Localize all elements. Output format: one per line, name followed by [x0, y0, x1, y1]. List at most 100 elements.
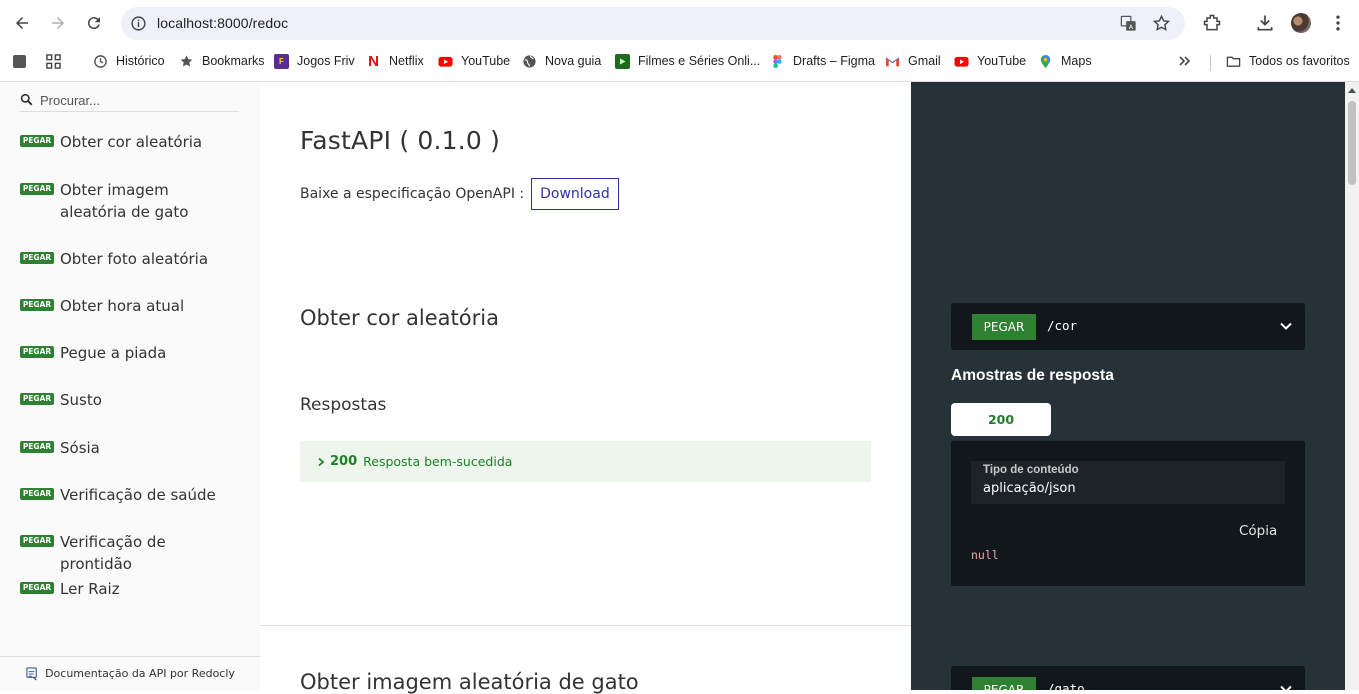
bookmark-youtube[interactable]: YouTube [438, 51, 510, 71]
response-description: Resposta bem-sucedida [363, 454, 513, 469]
redocly-logo-icon [26, 667, 37, 681]
sidebar-item-pegue-a-piada[interactable]: PEGAR Pegue a piada [20, 344, 240, 364]
sidebar-item-label: Susto [60, 391, 102, 409]
api-title: FastAPI ( 0.1.0 ) [300, 126, 501, 155]
sidebar-item-obter-foto-aleatoria[interactable]: PEGAR Obter foto aleatória [20, 250, 240, 270]
endpoint-toggle[interactable]: PEGAR /cor [951, 303, 1305, 350]
get-method-badge: PEGAR [20, 135, 54, 147]
url-text: localhost:8000/redoc [157, 15, 289, 31]
endpoint-toggle-next[interactable]: PEGAR /gato [951, 666, 1305, 690]
scrollbar-thumb[interactable] [1348, 101, 1356, 185]
chevron-right-icon [318, 457, 325, 466]
operation-title: Obter cor aleatória [300, 306, 499, 330]
scroll-up-arrow-icon[interactable] [1348, 88, 1356, 93]
bookmark-bookmarks[interactable]: Bookmarks [179, 51, 265, 71]
bookmark-star-icon[interactable] [1152, 14, 1171, 33]
sidebar-item-obter-hora-atual[interactable]: PEGAR Obter hora atual [20, 297, 240, 317]
bookmark-historico[interactable]: Histórico [93, 51, 165, 71]
apps-grid-icon [46, 53, 61, 69]
reload-icon [87, 17, 100, 30]
bookmark-gmail[interactable]: Gmail [885, 51, 941, 71]
sidebar-item-verificacao-prontidao[interactable]: PEGAR Verificação de prontidão [20, 533, 240, 575]
bookmark-nova-guia[interactable]: Nova guia [522, 51, 601, 71]
search-icon [20, 93, 33, 106]
back-button[interactable] [8, 9, 36, 37]
extensions-icon[interactable] [1202, 13, 1222, 33]
get-method-badge: PEGAR [20, 393, 54, 405]
endpoint-method-badge: PEGAR [972, 677, 1036, 690]
get-method-badge: PEGAR [20, 488, 54, 500]
sidebar-item-sosia[interactable]: PEGAR Sósia [20, 439, 240, 459]
download-icon[interactable] [1255, 13, 1275, 33]
bookmark-maps[interactable]: Maps [1038, 51, 1092, 71]
get-method-badge: PEGAR [20, 183, 54, 195]
response-200-row[interactable]: 200 Resposta bem-sucedida [300, 441, 871, 482]
response-code: 200 [330, 454, 358, 469]
bookmark-filmes-series[interactable]: Filmes e Séries Onli... [615, 51, 760, 71]
page-scrollbar[interactable] [1345, 82, 1359, 690]
sidebar-item-obter-imagem-gato[interactable]: PEGAR Obter imagem aleatória de gato [20, 181, 240, 223]
content-type-box: Tipo de conteúdo aplicação/json [971, 461, 1285, 504]
get-method-badge: PEGAR [20, 299, 54, 311]
spec-download-text: Baixe a especificação OpenAPI : [300, 186, 525, 202]
bookmarks-bar: Histórico Bookmarks F Jogos Friv N Netfl… [0, 47, 1359, 75]
bookmarks-overflow-button[interactable] [1178, 51, 1192, 71]
bookmark-netflix[interactable]: N Netflix [366, 51, 424, 71]
more-menu-icon[interactable] [1328, 13, 1348, 33]
endpoint-path: /cor [1047, 318, 1078, 333]
response-samples-title: Amostras de resposta [951, 367, 1114, 384]
sidebar-item-label: Obter hora atual [60, 297, 185, 315]
tab-search-button[interactable] [13, 51, 34, 71]
address-bar[interactable]: localhost:8000/redoc A [121, 7, 1185, 40]
forward-button[interactable] [44, 9, 72, 37]
bookmark-youtube-2[interactable]: YouTube [954, 51, 1026, 71]
copy-button[interactable]: Cópia [1239, 523, 1277, 539]
tab-response-200[interactable]: 200 [951, 403, 1051, 436]
footer-text: Documentação da API por Redocly [45, 667, 235, 680]
right-panel: PEGAR /cor Amostras de resposta 200 Tipo… [911, 82, 1345, 690]
translate-icon[interactable]: A [1119, 14, 1138, 33]
get-method-badge: PEGAR [20, 346, 54, 358]
browser-toolbar: localhost:8000/redoc A [0, 0, 1359, 47]
figma-icon [773, 54, 782, 68]
profile-avatar[interactable] [1291, 13, 1311, 33]
all-bookmarks-folder[interactable]: Todos os favoritos [1226, 51, 1350, 71]
search-box [20, 91, 239, 112]
sidebar-item-label: Obter imagem aleatória de gato [60, 181, 189, 221]
site-info-icon[interactable] [130, 15, 147, 32]
sidebar-item-obter-cor-aleatoria[interactable]: PEGAR Obter cor aleatória [20, 133, 240, 153]
sidebar-item-ler-raiz[interactable]: PEGAR Ler Raiz [20, 580, 240, 600]
double-chevron-right-icon [1179, 56, 1191, 66]
search-input[interactable] [40, 91, 235, 109]
youtube-icon [438, 56, 453, 67]
redocly-footer-link[interactable]: Documentação da API por Redocly [0, 656, 260, 690]
section-divider [260, 625, 911, 626]
get-method-badge: PEGAR [20, 441, 54, 453]
chevron-down-icon [1280, 322, 1292, 330]
content-type-value: aplicação/json [983, 481, 1076, 496]
sidebar-item-label: Verificação de prontidão [60, 533, 166, 573]
sidebar-item-label: Verificação de saúde [60, 486, 216, 504]
netflix-icon: N [368, 52, 379, 70]
bookmark-jogos-friv[interactable]: F Jogos Friv [274, 51, 355, 71]
responses-heading: Respostas [300, 395, 387, 415]
download-button[interactable]: Download [531, 178, 619, 210]
youtube-icon [954, 56, 969, 67]
sidebar-item-susto[interactable]: PEGAR Susto [20, 391, 240, 411]
friv-icon: F [274, 53, 289, 69]
next-operation-title: Obter imagem aleatória de gato [300, 670, 639, 694]
bookmarks-divider [1210, 55, 1211, 71]
get-method-badge: PEGAR [20, 535, 54, 547]
gmail-icon [885, 56, 900, 66]
get-method-badge: PEGAR [20, 252, 54, 264]
sidebar-item-label: Obter cor aleatória [60, 133, 203, 151]
response-sample-box: Tipo de conteúdo aplicação/json Cópia nu… [951, 441, 1305, 586]
maps-icon [1040, 54, 1051, 68]
svg-text:A: A [1129, 24, 1134, 31]
get-method-badge: PEGAR [20, 582, 54, 594]
sidebar-item-verificacao-saude[interactable]: PEGAR Verificação de saúde [20, 486, 240, 506]
apps-button[interactable] [46, 51, 61, 71]
endpoint-path: /gato [1047, 681, 1085, 690]
bookmark-figma[interactable]: Drafts – Figma [770, 51, 875, 71]
reload-button[interactable] [80, 9, 108, 37]
